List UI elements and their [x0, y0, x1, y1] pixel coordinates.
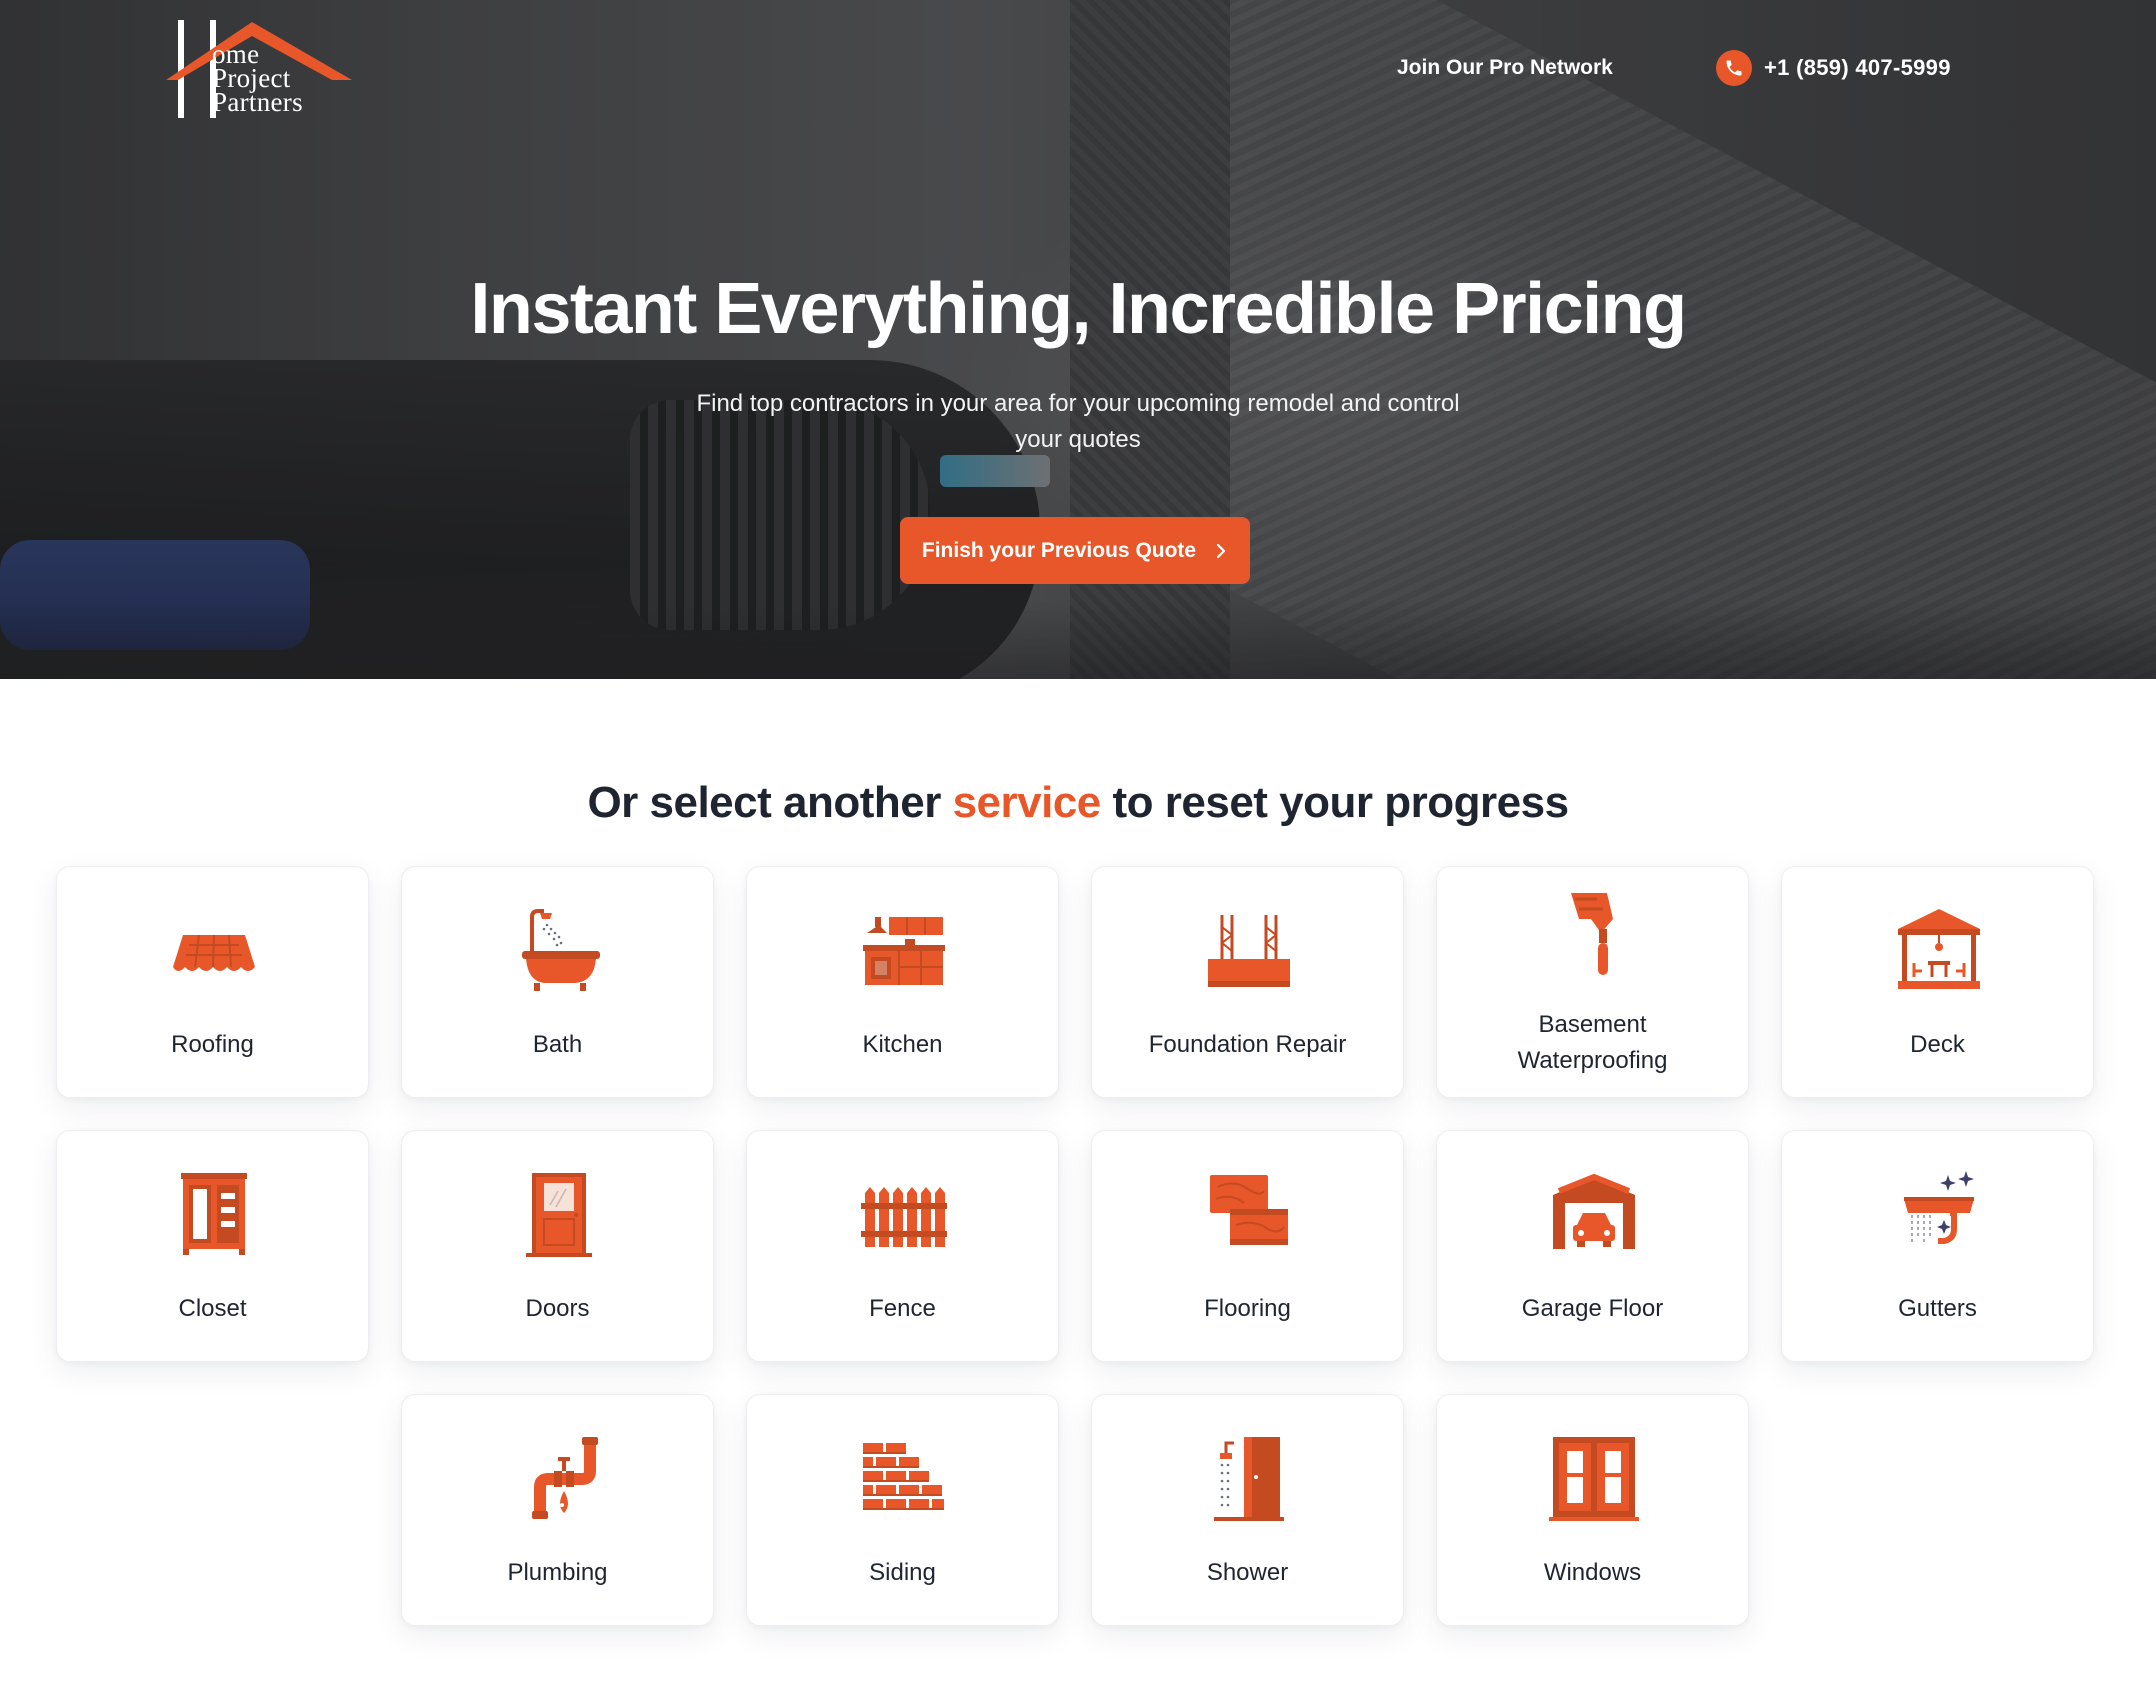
service-card-doors[interactable]: Doors — [401, 1130, 714, 1362]
service-label: Fence — [869, 1295, 936, 1322]
service-card-siding[interactable]: Siding — [746, 1394, 1059, 1626]
service-card-fence[interactable]: Fence — [746, 1130, 1059, 1362]
logo-text-line-3: Partners — [212, 87, 303, 117]
services-title-pre: Or select another — [587, 778, 953, 827]
logo-wordmark: ome Project Partners — [212, 41, 372, 117]
shower-icon — [1214, 1437, 1284, 1521]
chevron-right-icon — [1217, 543, 1226, 558]
service-card-plumbing[interactable]: Plumbing — [401, 1394, 714, 1626]
gazebo-icon — [1898, 909, 1980, 989]
service-card-gutters[interactable]: Gutters — [1781, 1130, 2094, 1362]
hero-title: Instant Everything, Incredible Pricing — [470, 269, 1687, 349]
service-label: Kitchen — [862, 1031, 943, 1058]
fence-icon — [861, 1187, 947, 1247]
service-card-bath[interactable]: Bath — [401, 866, 714, 1098]
service-card-kitchen[interactable]: Kitchen — [746, 866, 1059, 1098]
service-card-windows[interactable]: Windows — [1436, 1394, 1749, 1626]
closet-icon — [181, 1173, 247, 1255]
window-icon — [1549, 1437, 1639, 1521]
service-label: Deck — [1910, 1031, 1965, 1058]
service-card-shower[interactable]: Shower — [1091, 1394, 1404, 1626]
service-label: Siding — [869, 1559, 936, 1586]
service-card-closet[interactable]: Closet — [56, 1130, 369, 1362]
trowel-icon — [1571, 893, 1613, 975]
service-label: Plumbing — [507, 1559, 608, 1586]
services-title-accent: service — [952, 778, 1102, 827]
foundation-icon — [1208, 915, 1290, 987]
flooring-icon — [1210, 1175, 1288, 1245]
hero-subtitle: Find top contractors in your area for yo… — [696, 390, 1460, 453]
kitchen-icon — [863, 917, 945, 985]
service-label: Garage Floor — [1521, 1295, 1664, 1322]
gutter-icon — [1904, 1171, 1974, 1245]
services-title-post: to reset your progress — [1100, 778, 1570, 827]
services-section-title: Or select another service to reset your … — [0, 778, 2156, 828]
service-card-foundation-repair[interactable]: Foundation Repair — [1091, 866, 1404, 1098]
brick-icon — [863, 1443, 944, 1510]
service-label: Closet — [178, 1295, 247, 1322]
phone-number: +1 (859) 407-5999 — [1764, 55, 1951, 80]
service-label: Doors — [525, 1295, 590, 1322]
service-label: Flooring — [1204, 1295, 1291, 1322]
door-icon — [526, 1173, 592, 1257]
phone-icon — [1716, 50, 1752, 86]
service-label: Bath — [532, 1031, 583, 1058]
service-label: Shower — [1206, 1559, 1289, 1586]
phone-link[interactable]: +1 (859) 407-5999 — [1716, 50, 1951, 86]
service-label: Gutters — [1898, 1295, 1977, 1322]
service-label: Foundation Repair — [1148, 1031, 1347, 1058]
service-label: Roofing — [171, 1031, 254, 1058]
service-card-flooring[interactable]: Flooring — [1091, 1130, 1404, 1362]
service-card-deck[interactable]: Deck — [1781, 866, 2094, 1098]
bathtub-icon — [522, 909, 600, 991]
service-card-roofing[interactable]: Roofing — [56, 866, 369, 1098]
finish-previous-quote-button[interactable]: Finish your Previous Quote — [900, 517, 1250, 584]
cta-label: Finish your Previous Quote — [921, 538, 1197, 562]
pipe-icon — [532, 1437, 598, 1519]
join-pro-network-link[interactable]: Join Our Pro Network — [1397, 56, 1613, 80]
service-label: Windows — [1543, 1559, 1642, 1586]
service-card-garage-floor[interactable]: Garage Floor — [1436, 1130, 1749, 1362]
roofing-icon — [173, 934, 255, 971]
service-card-basement-waterproofing[interactable]: Basement Waterproofing — [1436, 866, 1749, 1098]
garage-icon — [1553, 1173, 1635, 1249]
service-label: Basement Waterproofing — [1517, 1011, 1668, 1074]
